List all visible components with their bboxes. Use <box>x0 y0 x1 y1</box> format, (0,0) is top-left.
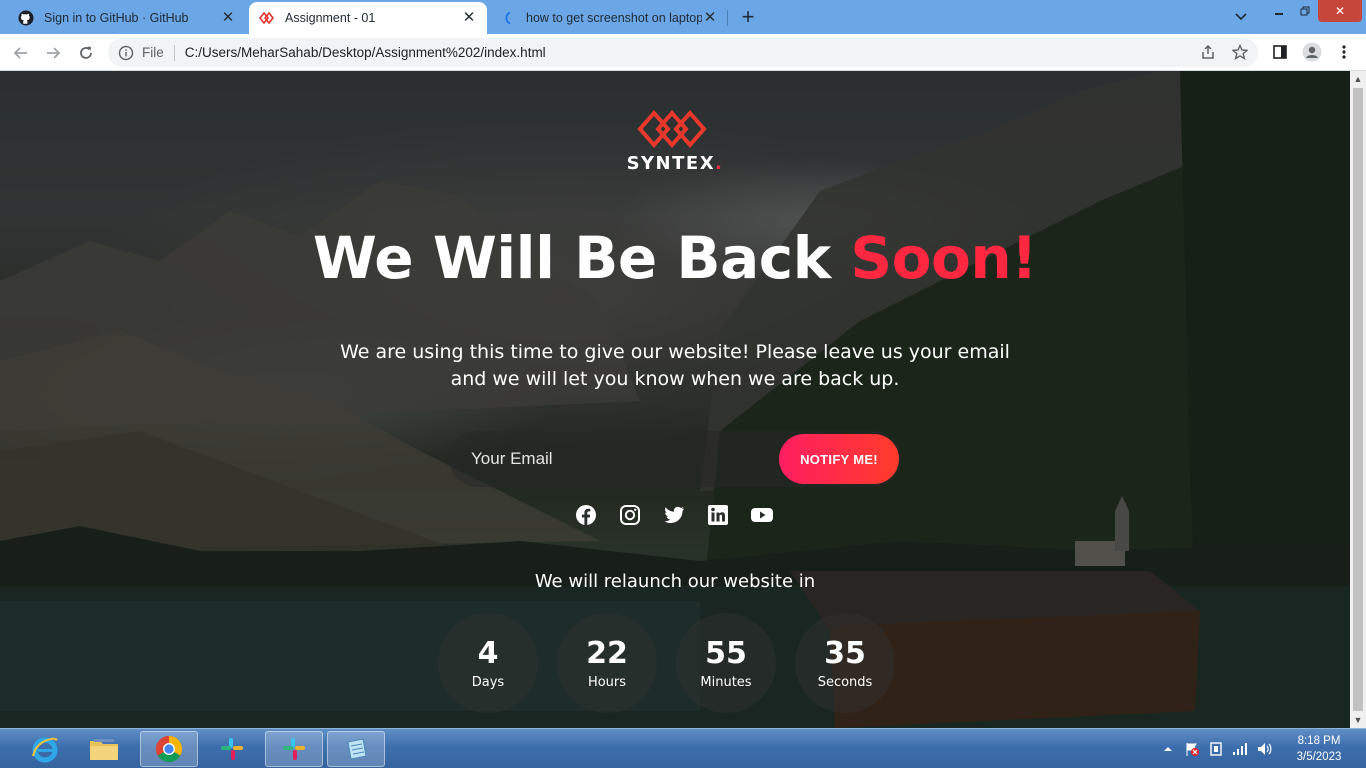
internet-explorer-icon[interactable] <box>16 731 74 767</box>
clock-time: 8:18 PM <box>1297 735 1341 747</box>
countdown-label: Minutes <box>700 675 752 690</box>
address-bar[interactable]: File C:/Users/MeharSahab/Desktop/Assignm… <box>108 38 1258 67</box>
show-hidden-icons-arrow-icon[interactable] <box>1160 741 1176 757</box>
share-icon[interactable] <box>1196 40 1220 64</box>
notepad-icon[interactable] <box>327 731 385 767</box>
vertical-scrollbar[interactable]: ▲ ▼ <box>1350 71 1366 728</box>
tab-github[interactable]: Sign in to GitHub · GitHub ✕ <box>8 2 246 34</box>
side-panel-icon[interactable] <box>1268 40 1292 64</box>
info-icon[interactable] <box>118 45 134 61</box>
bookmark-star-icon[interactable] <box>1228 40 1252 64</box>
back-arrow-icon <box>13 47 27 59</box>
tab-assignment[interactable]: Assignment - 01 ✕ <box>249 2 487 34</box>
countdown-minutes: 55 Minutes <box>676 613 776 713</box>
url-text[interactable]: C:/Users/MeharSahab/Desktop/Assignment%2… <box>185 45 546 60</box>
notify-button[interactable]: NOTIFY ME! <box>779 434 899 484</box>
countdown-value: 55 <box>705 636 747 671</box>
headline-accent: Soon! <box>850 224 1038 292</box>
countdown-hours: 22 Hours <box>557 613 657 713</box>
close-tab-icon[interactable]: ✕ <box>461 10 477 26</box>
countdown-seconds: 35 Seconds <box>795 613 895 713</box>
brand-dot: . <box>715 153 724 174</box>
headline-main: We Will Be Back <box>312 224 851 292</box>
instagram-icon[interactable] <box>618 503 642 527</box>
clock-date: 3/5/2023 <box>1296 751 1342 763</box>
device-icon[interactable] <box>1208 741 1224 757</box>
page-title: We Will Be Back Soon! <box>0 224 1350 292</box>
loading-icon <box>500 10 516 26</box>
countdown-value: 4 <box>477 636 499 671</box>
social-links <box>574 503 776 527</box>
github-icon <box>18 10 34 26</box>
windows-taskbar: 8:18 PM 3/5/2023 <box>0 728 1366 768</box>
browser-tab-strip: Sign in to GitHub · GitHub ✕ Assignment … <box>0 0 1366 34</box>
close-tab-icon[interactable]: ✕ <box>220 10 236 26</box>
twitter-icon[interactable] <box>662 503 686 527</box>
tab-title: Assignment - 01 <box>285 11 376 25</box>
scrollbar-thumb[interactable] <box>1353 88 1363 711</box>
new-tab-button[interactable]: + <box>735 5 761 31</box>
back-button[interactable] <box>8 40 34 66</box>
youtube-icon[interactable] <box>750 503 774 527</box>
countdown-days: 4 Days <box>438 613 538 713</box>
coming-soon-page: SYNTEX. We Will Be Back Soon! We are usi… <box>0 71 1350 728</box>
reload-icon <box>80 46 92 59</box>
tab-search[interactable]: how to get screenshot on laptop ✕ <box>490 2 728 34</box>
scroll-up-arrow-icon[interactable]: ▲ <box>1350 71 1366 87</box>
forward-button[interactable] <box>40 40 66 66</box>
countdown-label: Days <box>471 675 505 690</box>
network-signal-icon[interactable] <box>1232 741 1248 757</box>
menu-kebab-icon[interactable] <box>1332 40 1356 64</box>
action-center-flag-icon[interactable] <box>1184 741 1200 757</box>
scroll-down-arrow-icon[interactable]: ▼ <box>1350 712 1366 728</box>
forward-arrow-icon <box>47 47 61 59</box>
system-clock[interactable]: 8:18 PM 3/5/2023 <box>1284 733 1354 765</box>
address-divider <box>173 44 175 61</box>
slack-icon[interactable] <box>203 731 261 767</box>
syntex-logo-icon <box>259 10 275 26</box>
close-tab-icon[interactable]: ✕ <box>702 10 718 26</box>
tab-search-chevron-icon[interactable] <box>1228 6 1254 28</box>
description-text: We are using this time to give our websi… <box>340 341 1010 390</box>
countdown-value: 22 <box>586 636 628 671</box>
browser-toolbar: File C:/Users/MeharSahab/Desktop/Assignm… <box>0 34 1366 71</box>
profile-avatar-icon[interactable] <box>1300 40 1324 64</box>
close-window-button[interactable]: ✕ <box>1318 0 1362 22</box>
linkedin-icon[interactable] <box>706 503 730 527</box>
scheme-label: File <box>142 45 164 60</box>
notify-form: NOTIFY ME! <box>449 431 901 487</box>
volume-icon[interactable] <box>1256 741 1272 757</box>
countdown-label: Hours <box>587 675 627 690</box>
relaunch-text: We will relaunch our website in <box>534 571 816 592</box>
facebook-icon[interactable] <box>574 503 598 527</box>
tab-title: how to get screenshot on laptop <box>526 11 702 25</box>
brand-name: SYNTEX. <box>600 153 750 174</box>
tab-title: Sign in to GitHub · GitHub <box>44 11 189 25</box>
tab-divider <box>727 10 728 26</box>
countdown-value: 35 <box>824 636 866 671</box>
countdown-label: Seconds <box>817 675 873 690</box>
restore-button[interactable] <box>1292 0 1318 22</box>
minimize-button[interactable] <box>1266 0 1292 22</box>
slack-icon[interactable] <box>265 731 323 767</box>
reload-button[interactable] <box>73 40 99 66</box>
brand-text: SYNTEX <box>626 153 716 174</box>
email-input[interactable] <box>449 431 779 487</box>
file-explorer-icon[interactable] <box>75 731 133 767</box>
chrome-icon[interactable] <box>140 731 198 767</box>
